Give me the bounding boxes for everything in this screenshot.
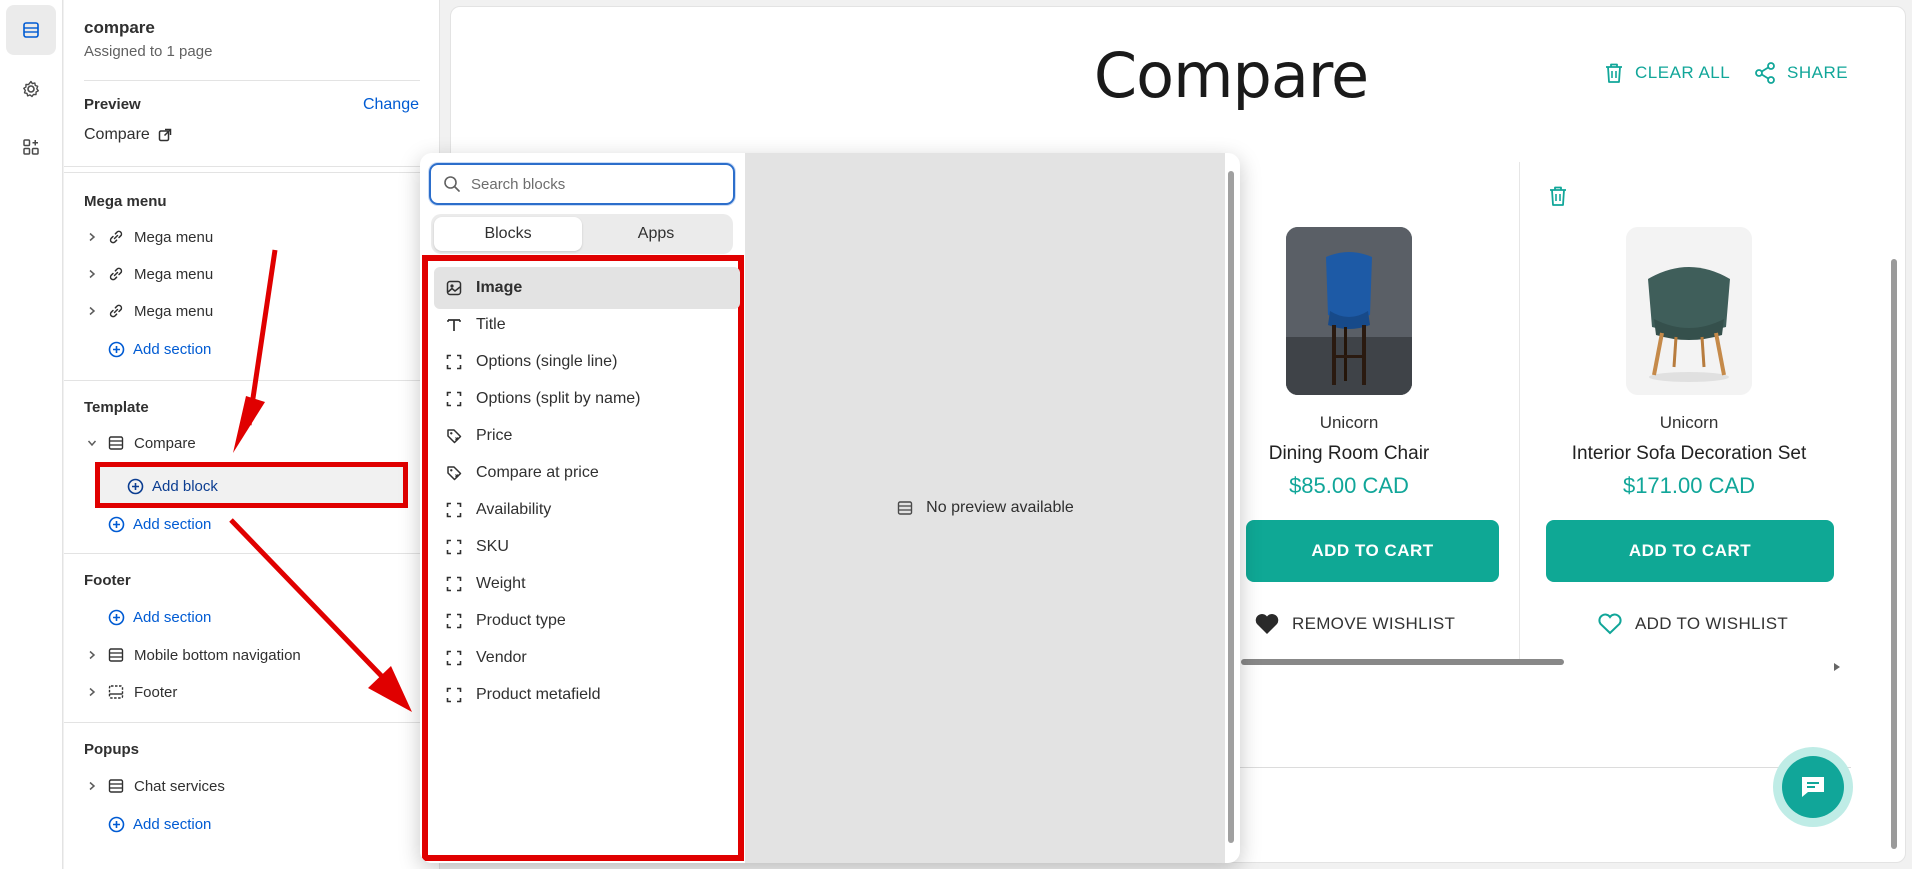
annotation-arrows xyxy=(229,249,412,712)
arrow-head xyxy=(368,666,412,712)
arrow-to-block-list xyxy=(229,518,397,692)
arrow-head xyxy=(233,396,265,453)
